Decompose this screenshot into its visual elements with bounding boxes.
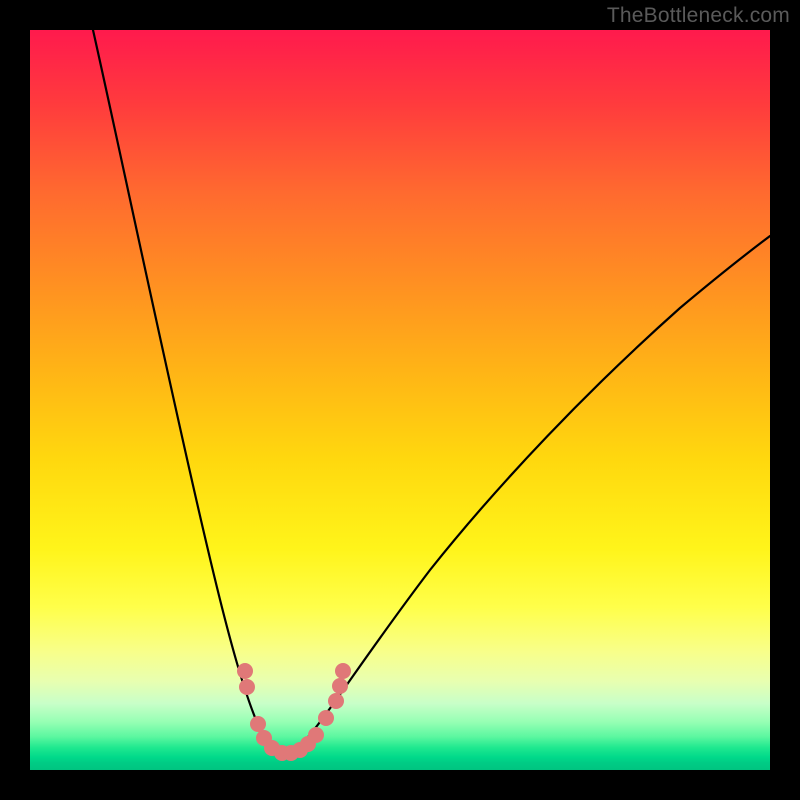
curve-overlay — [30, 30, 770, 770]
bottleneck-curve — [93, 30, 770, 753]
plot-area — [30, 30, 770, 770]
chart-frame: TheBottleneck.com — [0, 0, 800, 800]
watermark-text: TheBottleneck.com — [607, 4, 790, 28]
highlight-dots — [237, 663, 351, 761]
